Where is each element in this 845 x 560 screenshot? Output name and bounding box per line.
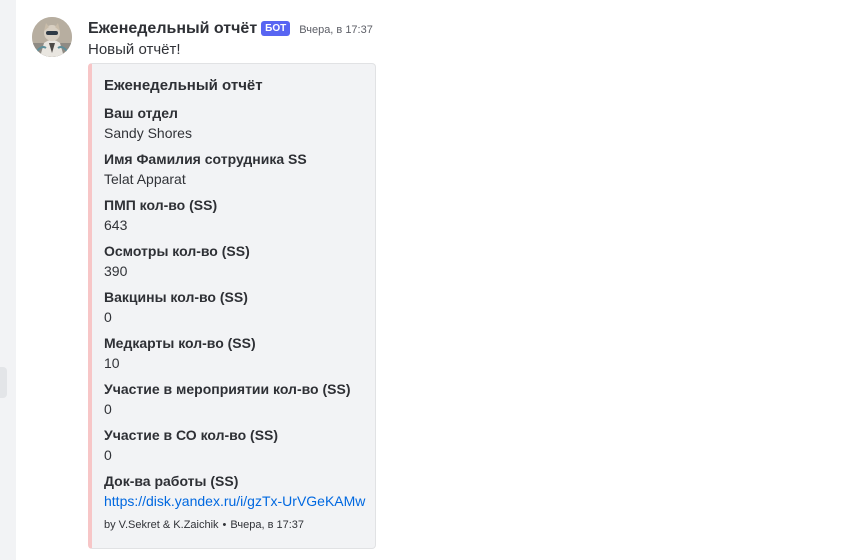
report-embed: Еженедельный отчёт Ваш отдел Sandy Shore… [88,63,376,549]
field-value-vaccines: 0 [104,309,112,325]
message-timestamp[interactable]: Вчера, в 17:37 [299,24,373,36]
field-name-so: Участие в СО кол-во (SS) [104,427,279,443]
field-name-evidence: Док-ва работы (SS) [104,473,239,489]
author-name[interactable]: Еженедельный отчёт [88,20,257,38]
field-value-employee: Telat Apparat [104,171,186,187]
field-name-vaccines: Вакцины кол-во (SS) [104,289,248,305]
embed-title: Еженедельный отчёт [104,77,263,94]
field-name-employee: Имя Фамилия сотрудника SS [104,151,307,167]
field-name-pmp: ПМП кол-во (SS) [104,197,218,213]
field-value-so: 0 [104,447,112,463]
bot-avatar[interactable] [32,17,72,57]
field-value-checkups: 390 [104,263,128,279]
left-panel-handle[interactable] [0,367,7,398]
field-value-medcards: 10 [104,355,120,371]
message-content: Новый отчёт! [88,41,181,58]
avatar-image [32,17,72,57]
message-header: Еженедельный отчёт БОТ Вчера, в 17:37 [88,18,373,40]
evidence-link[interactable]: https://disk.yandex.ru/i/gzTx-UrVGeKAMw [104,493,365,509]
field-name-department: Ваш отдел [104,105,178,121]
field-value-department: Sandy Shores [104,125,192,141]
embed-footer: by V.Sekret & K.Zaichik • Вчера, в 17:37 [104,519,304,531]
field-name-medcards: Медкарты кол-во (SS) [104,335,256,351]
footer-timestamp: Вчера, в 17:37 [230,519,305,531]
footer-text: by V.Sekret & K.Zaichik [104,519,219,531]
field-value-pmp: 643 [104,217,128,233]
chat-view: Еженедельный отчёт БОТ Вчера, в 17:37 Но… [0,0,845,560]
footer-separator: • [222,519,227,531]
field-name-checkups: Осмотры кол-во (SS) [104,243,250,259]
field-value-events: 0 [104,401,112,417]
bot-badge: БОТ [261,20,291,36]
field-name-events: Участие в мероприятии кол-во (SS) [104,381,351,397]
field-value-evidence: https://disk.yandex.ru/i/gzTx-UrVGeKAMw [104,493,365,509]
left-panel-edge [0,0,16,560]
message: Еженедельный отчёт БОТ Вчера, в 17:37 Но… [16,0,845,560]
